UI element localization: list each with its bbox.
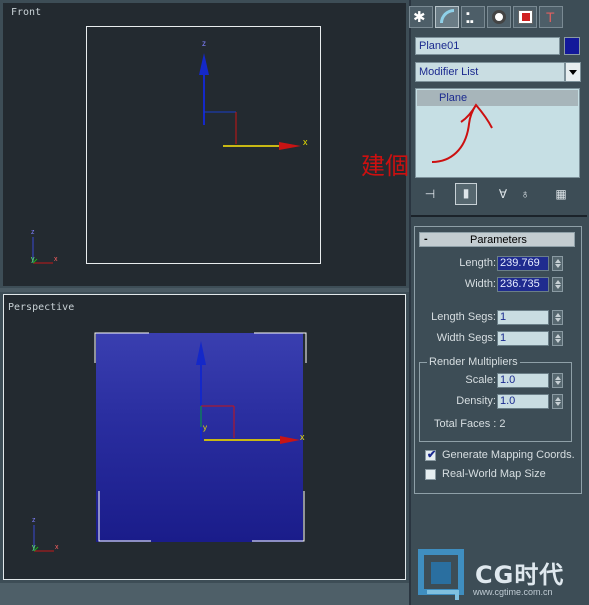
- tab-display[interactable]: [513, 6, 537, 28]
- watermark-url: www.cgtime.com.cn: [473, 587, 553, 597]
- object-name-field[interactable]: Plane01: [415, 37, 560, 55]
- red-annotation-text: 建個: [361, 152, 409, 180]
- persp-gizmo-x-label: x: [300, 432, 305, 442]
- generate-mapping-label[interactable]: Generate Mapping Coords.: [442, 449, 575, 461]
- total-faces-text: Total Faces : 2: [434, 418, 506, 430]
- width-input[interactable]: 236.735: [497, 277, 549, 292]
- object-color-swatch[interactable]: [564, 37, 580, 55]
- front-tripod-y-label: y: [31, 256, 35, 263]
- hierarchy-icon: ▪ ▪▪: [466, 8, 474, 28]
- persp-tripod-x-label: x: [55, 544, 59, 551]
- time-slider-strip[interactable]: [0, 583, 409, 605]
- modifier-list-arrow[interactable]: [565, 62, 581, 82]
- width-segs-input[interactable]: 1: [497, 331, 549, 346]
- scale-spinner[interactable]: [552, 373, 563, 388]
- front-tripod-x-label: x: [54, 256, 58, 263]
- density-spinner[interactable]: [552, 394, 563, 409]
- length-spinner[interactable]: [552, 256, 563, 271]
- persp-tripod-y-label: y: [32, 544, 36, 551]
- modifier-list-dropdown[interactable]: Modifier List: [415, 62, 565, 82]
- create-icon: ✱: [413, 9, 426, 26]
- length-label: Length:: [459, 257, 496, 269]
- density-label: Density:: [456, 395, 496, 407]
- front-axis-tripod: [32, 237, 53, 264]
- width-segs-label: Width Segs:: [436, 332, 496, 344]
- command-panel: ✱ ▪ ▪▪ T Plane01 Modifier List Plane 建個 ⊣…: [361, 0, 589, 605]
- perspective-axis-tripod: [33, 525, 54, 552]
- parameters-rollout-header[interactable]: - Parameters: [419, 232, 575, 247]
- red-annotation-scribble: [431, 103, 493, 163]
- length-segs-label: Length Segs:: [431, 311, 496, 323]
- rollout-collapse-sign: -: [424, 233, 428, 245]
- tab-hierarchy[interactable]: ▪ ▪▪: [461, 6, 485, 28]
- width-label: Width:: [464, 278, 496, 290]
- utilities-icon: T: [546, 9, 555, 25]
- scale-label: Scale:: [465, 374, 496, 386]
- width-spinner[interactable]: [552, 277, 563, 292]
- viewport-divider: [0, 288, 409, 292]
- render-multipliers-title: Render Multipliers: [427, 356, 520, 368]
- tab-modify[interactable]: [435, 6, 459, 28]
- length-input[interactable]: 239.769: [497, 256, 549, 271]
- real-world-map-checkbox[interactable]: [425, 469, 436, 480]
- front-gizmo-z-label: z: [202, 39, 206, 48]
- length-segs-input[interactable]: 1: [497, 310, 549, 325]
- show-end-result-icon[interactable]: ▮: [455, 183, 477, 205]
- persp-tripod-z-label: z: [32, 517, 36, 524]
- modify-icon: [440, 9, 454, 23]
- tab-create[interactable]: ✱: [409, 6, 433, 28]
- rollout-title: Parameters: [470, 234, 527, 246]
- length-segs-spinner[interactable]: [552, 310, 563, 325]
- make-unique-icon[interactable]: ∀: [494, 185, 512, 203]
- cg-logo-icon: [418, 549, 464, 600]
- tab-utilities[interactable]: T: [539, 6, 563, 28]
- watermark-brand: CG时代: [475, 561, 565, 589]
- width-segs-spinner[interactable]: [552, 331, 563, 346]
- command-panel-separator: [409, 0, 411, 605]
- density-input[interactable]: 1.0: [497, 394, 549, 409]
- remove-modifier-icon[interactable]: ♁: [516, 185, 534, 203]
- front-viewport[interactable]: Front z x z x y: [3, 3, 406, 286]
- chevron-down-icon: [569, 70, 577, 75]
- rollout-separator-line: [411, 215, 587, 217]
- perspective-viewport[interactable]: Perspective x y z x y: [3, 294, 406, 580]
- motion-icon: [492, 10, 506, 24]
- front-gizmo-x-label: x: [303, 137, 308, 147]
- persp-gizmo-y-label: y: [203, 423, 207, 432]
- checkmark-icon: ✔: [427, 449, 437, 461]
- configure-sets-icon[interactable]: ▦: [552, 185, 570, 203]
- generate-mapping-checkbox[interactable]: ✔: [425, 449, 437, 461]
- pin-stack-icon[interactable]: ⊣: [421, 185, 439, 203]
- front-tripod-z-label: z: [31, 229, 35, 236]
- real-world-map-label[interactable]: Real-World Map Size: [442, 468, 546, 480]
- tab-motion[interactable]: [487, 6, 511, 28]
- scale-input[interactable]: 1.0: [497, 373, 549, 388]
- display-icon-red-square: [522, 13, 530, 21]
